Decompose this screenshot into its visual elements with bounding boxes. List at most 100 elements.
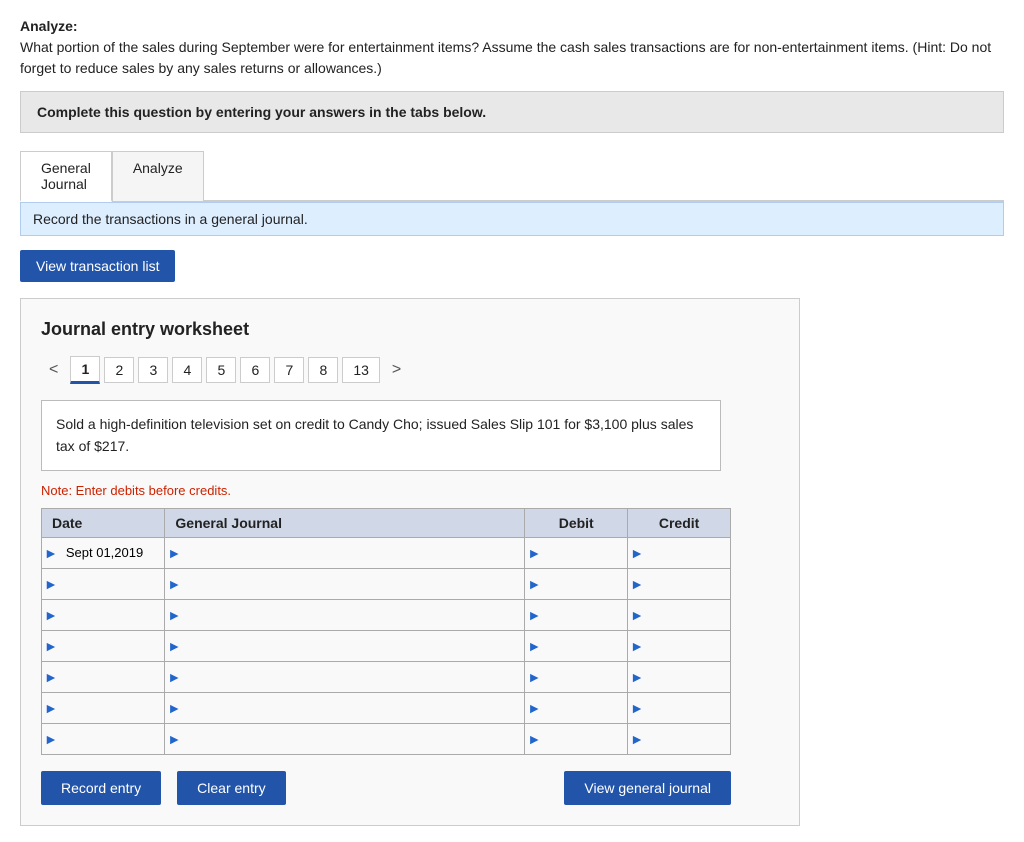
col-header-credit: Credit <box>628 508 731 537</box>
journal-input-1[interactable] <box>183 538 524 568</box>
date-arrow-7: ► <box>42 731 60 747</box>
debit-input-1[interactable] <box>543 538 627 568</box>
page-6-button[interactable]: 6 <box>240 357 270 383</box>
table-row: ► ► ► <box>42 723 731 754</box>
journal-input-6[interactable] <box>183 693 524 723</box>
journal-arrow-7: ► <box>165 731 183 747</box>
journal-input-4[interactable] <box>183 631 524 661</box>
date-input-1[interactable] <box>60 538 165 568</box>
debit-input-2[interactable] <box>543 569 627 599</box>
debit-input-4[interactable] <box>543 631 627 661</box>
date-input-2[interactable] <box>60 569 165 599</box>
view-transaction-list-button[interactable]: View transaction list <box>20 250 175 282</box>
table-row: ► ► ► <box>42 599 731 630</box>
debit-cell-6[interactable]: ► <box>525 692 628 723</box>
debit-cell-7[interactable]: ► <box>525 723 628 754</box>
page-4-button[interactable]: 4 <box>172 357 202 383</box>
tab-analyze[interactable]: Analyze <box>112 151 204 202</box>
journal-cell-5[interactable]: ► <box>165 661 525 692</box>
debit-arrow-7: ► <box>525 731 543 747</box>
journal-arrow-2: ► <box>165 576 183 592</box>
page-3-button[interactable]: 3 <box>138 357 168 383</box>
credit-input-4[interactable] <box>646 631 730 661</box>
page-13-button[interactable]: 13 <box>342 357 380 383</box>
credit-input-3[interactable] <box>646 600 730 630</box>
debit-cell-3[interactable]: ► <box>525 599 628 630</box>
debit-arrow-4: ► <box>525 638 543 654</box>
journal-arrow-6: ► <box>165 700 183 716</box>
credit-input-5[interactable] <box>646 662 730 692</box>
journal-input-3[interactable] <box>183 600 524 630</box>
credit-arrow-4: ► <box>628 638 646 654</box>
journal-input-2[interactable] <box>183 569 524 599</box>
credit-input-7[interactable] <box>646 724 730 754</box>
journal-cell-4[interactable]: ► <box>165 630 525 661</box>
tabs-container: GeneralJournal Analyze <box>20 149 1004 202</box>
debit-input-6[interactable] <box>543 693 627 723</box>
date-cell-5[interactable]: ► <box>42 661 165 692</box>
page-5-button[interactable]: 5 <box>206 357 236 383</box>
debit-cell-5[interactable]: ► <box>525 661 628 692</box>
date-cell-6[interactable]: ► <box>42 692 165 723</box>
date-input-4[interactable] <box>60 631 165 661</box>
credit-cell-4[interactable]: ► <box>628 630 731 661</box>
table-row: ► ► ► <box>42 692 731 723</box>
debit-input-7[interactable] <box>543 724 627 754</box>
journal-cell-2[interactable]: ► <box>165 568 525 599</box>
credit-cell-3[interactable]: ► <box>628 599 731 630</box>
page-8-button[interactable]: 8 <box>308 357 338 383</box>
journal-cell-3[interactable]: ► <box>165 599 525 630</box>
journal-arrow-3: ► <box>165 607 183 623</box>
debit-arrow-2: ► <box>525 576 543 592</box>
prev-page-button[interactable]: < <box>41 357 66 383</box>
date-cell-4[interactable]: ► <box>42 630 165 661</box>
date-cell-3[interactable]: ► <box>42 599 165 630</box>
clear-entry-button[interactable]: Clear entry <box>177 771 285 805</box>
debit-input-5[interactable] <box>543 662 627 692</box>
credit-arrow-7: ► <box>628 731 646 747</box>
credit-input-2[interactable] <box>646 569 730 599</box>
debit-input-3[interactable] <box>543 600 627 630</box>
date-arrow-2: ► <box>42 576 60 592</box>
debit-arrow-6: ► <box>525 700 543 716</box>
next-page-button[interactable]: > <box>384 357 409 383</box>
debit-cell-2[interactable]: ► <box>525 568 628 599</box>
instruction-text: Complete this question by entering your … <box>37 104 486 120</box>
journal-cell-6[interactable]: ► <box>165 692 525 723</box>
bottom-buttons: Record entry Clear entry View general jo… <box>41 771 731 805</box>
credit-cell-7[interactable]: ► <box>628 723 731 754</box>
date-cell-7[interactable]: ► <box>42 723 165 754</box>
journal-input-5[interactable] <box>183 662 524 692</box>
journal-cell-7[interactable]: ► <box>165 723 525 754</box>
date-cell-2[interactable]: ► <box>42 568 165 599</box>
tab-general-journal[interactable]: GeneralJournal <box>20 151 112 202</box>
date-input-7[interactable] <box>60 724 165 754</box>
analyze-label: Analyze: <box>20 18 78 34</box>
credit-arrow-1: ► <box>628 545 646 561</box>
credit-cell-6[interactable]: ► <box>628 692 731 723</box>
credit-input-6[interactable] <box>646 693 730 723</box>
debit-cell-1[interactable]: ► <box>525 537 628 568</box>
journal-input-7[interactable] <box>183 724 524 754</box>
credit-cell-1[interactable]: ► <box>628 537 731 568</box>
view-general-journal-button[interactable]: View general journal <box>564 771 731 805</box>
date-cell-1[interactable]: ► <box>42 537 165 568</box>
date-arrow-1: ► <box>42 545 60 561</box>
question-text: What portion of the sales during Septemb… <box>20 37 1004 79</box>
table-row: ► ► ► <box>42 661 731 692</box>
journal-cell-1[interactable]: ► <box>165 537 525 568</box>
credit-cell-5[interactable]: ► <box>628 661 731 692</box>
debit-cell-4[interactable]: ► <box>525 630 628 661</box>
credit-input-1[interactable] <box>646 538 730 568</box>
col-header-debit: Debit <box>525 508 628 537</box>
page-7-button[interactable]: 7 <box>274 357 304 383</box>
credit-arrow-3: ► <box>628 607 646 623</box>
date-input-5[interactable] <box>60 662 165 692</box>
credit-cell-2[interactable]: ► <box>628 568 731 599</box>
page-1-button[interactable]: 1 <box>70 356 100 384</box>
date-input-3[interactable] <box>60 600 165 630</box>
page-2-button[interactable]: 2 <box>104 357 134 383</box>
date-input-6[interactable] <box>60 693 165 723</box>
record-entry-button[interactable]: Record entry <box>41 771 161 805</box>
note-text: Note: Enter debits before credits. <box>41 483 779 498</box>
